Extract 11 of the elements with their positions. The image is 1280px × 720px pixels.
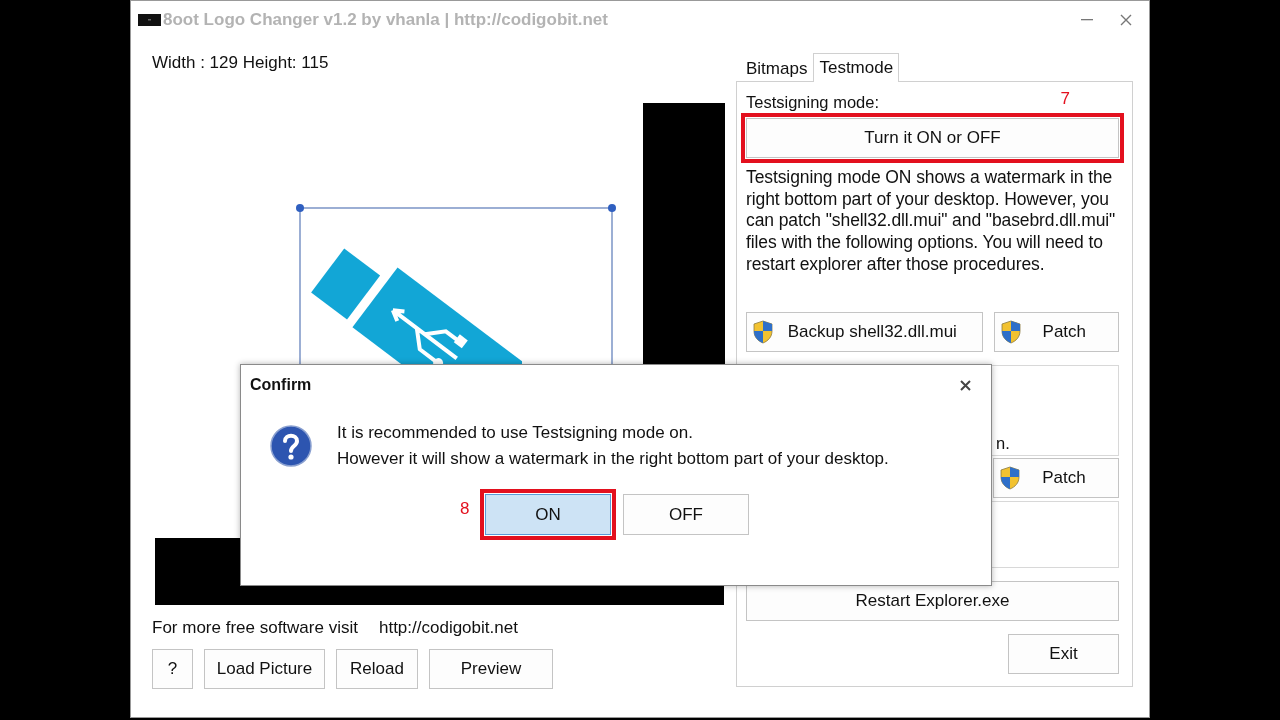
- dialog-title: Confirm: [250, 376, 312, 394]
- group-text: n.: [996, 434, 1010, 453]
- image-size-label: Width : 129 Height: 115: [152, 52, 329, 74]
- description-text: Testsigning mode ON shows a watermark in the right bottom part of your desktop. However, you can patch "shell32.dll.mui" and "basebrd.dll.mui" files with the following options. You will need to restart explorer after those procedures.: [746, 167, 1117, 276]
- step-number: 7: [1060, 89, 1070, 109]
- dialog-message: However it will show a watermark in the right bottom part of your desktop.: [337, 448, 889, 470]
- step-number: 8: [460, 499, 470, 519]
- section-label: Testsigning mode:: [746, 92, 879, 112]
- footer-text: For more free software visit: [152, 617, 358, 639]
- dialog-message: It is recommended to use Testsigning mode on.: [337, 422, 693, 444]
- window-title: 8oot Logo Changer v1.2 by vhanla | http://codigobit.net: [163, 10, 608, 30]
